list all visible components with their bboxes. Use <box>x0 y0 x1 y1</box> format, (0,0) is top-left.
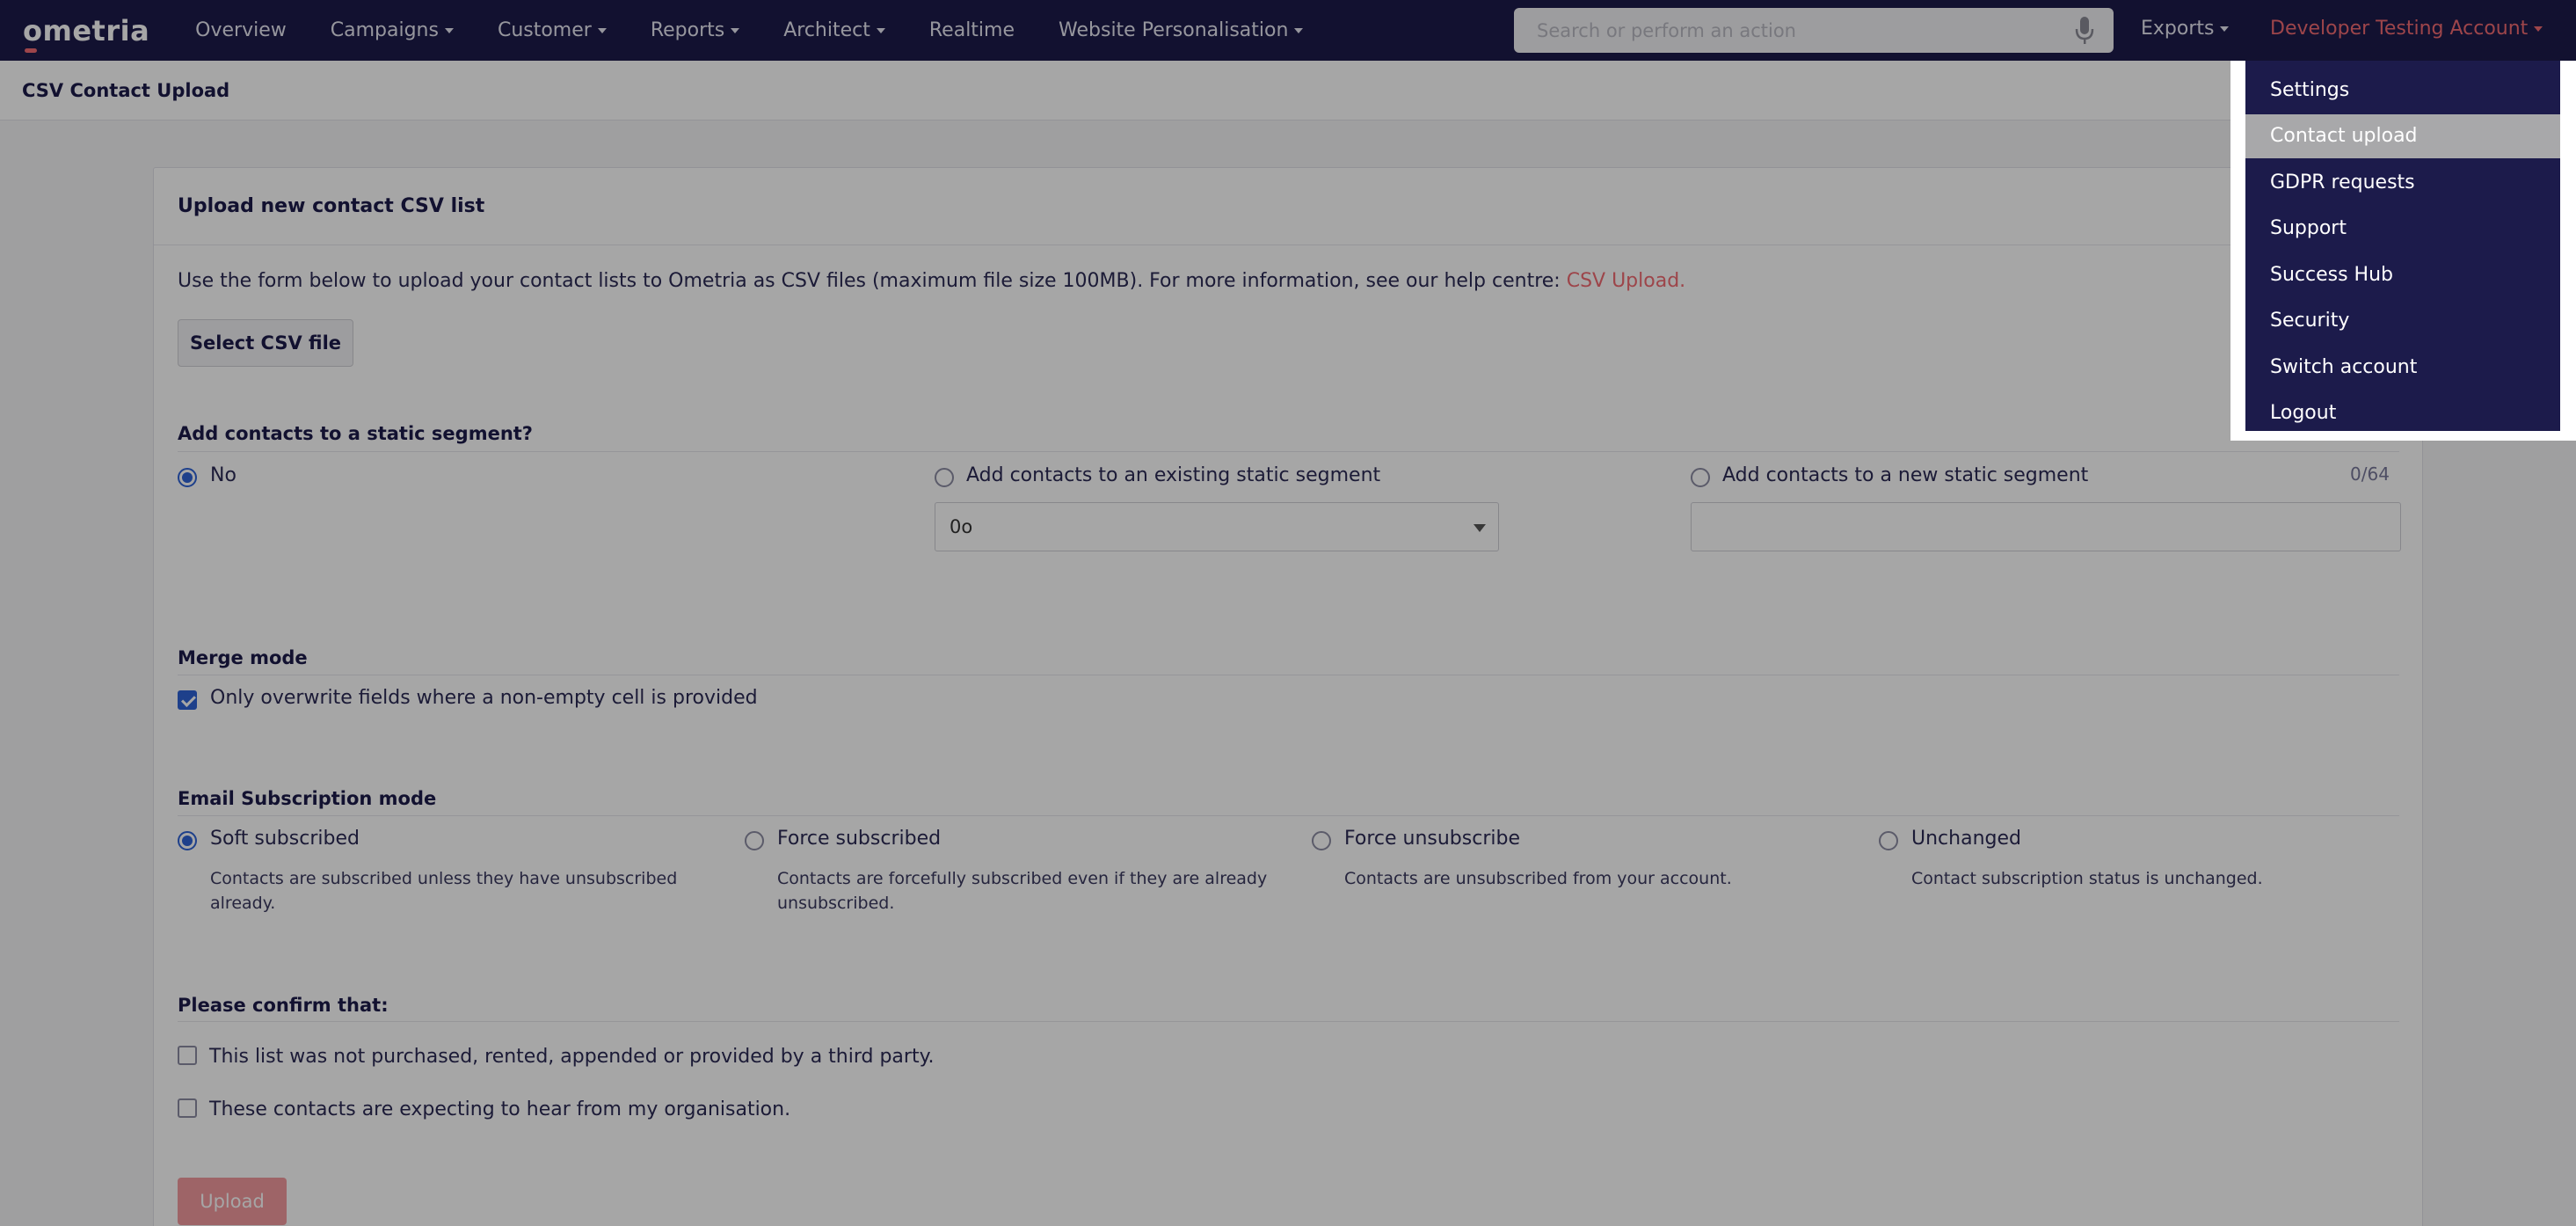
account-dropdown: Settings Contact upload GDPR requests Suppo… <box>2230 61 2576 441</box>
menu-item-logout[interactable]: Logout <box>2245 391 2560 435</box>
menu-item-support[interactable]: Support <box>2245 207 2560 251</box>
dim-overlay[interactable] <box>0 0 2576 1226</box>
account-dropdown-menu: Settings Contact upload GDPR requests Suppo… <box>2245 61 2560 431</box>
menu-item-contact-upload[interactable]: Contact upload <box>2245 113 2560 158</box>
menu-item-switch-account[interactable]: Switch account <box>2245 345 2560 389</box>
menu-item-success-hub[interactable]: Success Hub <box>2245 252 2560 296</box>
menu-item-security[interactable]: Security <box>2245 299 2560 343</box>
menu-item-gdpr-requests[interactable]: GDPR requests <box>2245 160 2560 204</box>
menu-item-settings[interactable]: Settings <box>2245 68 2560 112</box>
